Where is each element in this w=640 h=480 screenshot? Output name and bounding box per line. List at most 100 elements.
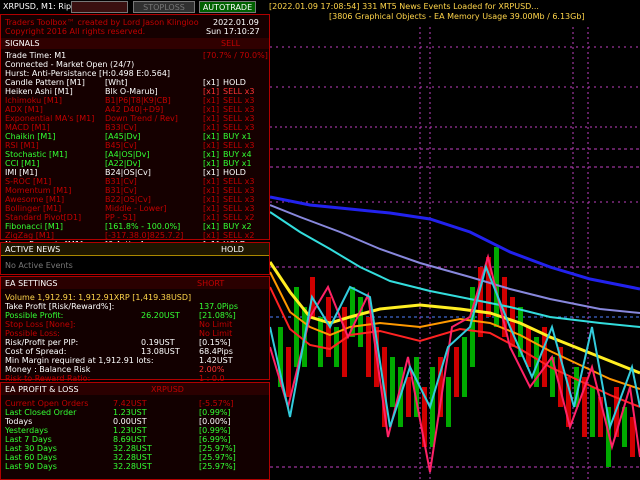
signal-action: SELL x3 [223, 204, 255, 213]
signal-value: B22|OS|Cv] [105, 195, 151, 204]
signal-name: Ichimoku [M1] [5, 96, 62, 105]
signal-value: B33|Cv] [105, 123, 137, 132]
signal-multiplier: [x1] [203, 96, 220, 105]
signal-multiplier: [x1] [203, 231, 220, 240]
pnl-label: Yesterdays [5, 426, 49, 435]
signal-name: Candle Pattern [M1] [5, 78, 85, 87]
pnl-amount: 32.28UST [113, 453, 152, 462]
pnl-label: Last 7 Days [5, 435, 52, 444]
pnl-label: Current Open Orders [5, 399, 89, 408]
signal-value: B1|P6|T8|K9|CB] [105, 96, 171, 105]
setting-label: Cost of Spread: [5, 347, 67, 356]
signal-multiplier: [x1] [203, 195, 220, 204]
signal-name: Stochastic [M1] [5, 150, 68, 159]
signal-value: B31|Cv] [105, 177, 137, 186]
pnl-label: Todays [5, 417, 33, 426]
signal-name: RSI [M1] [5, 141, 39, 150]
hurst-text: Hurst: Anti-Persistance [H:0.498 E:0.564… [5, 69, 171, 78]
stoploss-button[interactable]: STOPLOSS [133, 1, 195, 13]
signal-multiplier: [x1] [203, 141, 220, 150]
connection-status: Connected - Market Open (24/7) [5, 60, 135, 69]
hidden-button[interactable] [71, 1, 128, 13]
no-events-text: No Active Events [5, 261, 73, 270]
signal-multiplier: [x1] [203, 213, 220, 222]
setting-label: Possible Loss: [5, 329, 60, 338]
signal-name: Awesome [M1] [5, 195, 65, 204]
setting-value: 1.42UST [199, 356, 233, 365]
signal-multiplier: [x1] [203, 132, 220, 141]
signal-multiplier: [x1] [203, 114, 220, 123]
signal-action: BUY x1 [223, 159, 252, 168]
setting-value: [21.08%] [199, 311, 236, 320]
pnl-amount: 1.23UST [113, 426, 147, 435]
pnl-percent: [6.99%] [199, 435, 231, 444]
setting-value: [0.15%] [199, 338, 231, 347]
signal-action: HOLD [223, 78, 246, 87]
signals-header: SIGNALS SELL [1, 38, 269, 49]
price-chart[interactable] [270, 27, 640, 480]
pnl-percent: [0.99%] [199, 408, 231, 417]
pnl-header: EA PROFIT & LOSS XRPUSD [1, 383, 269, 395]
signal-value: [-317.38.0]825.7.2] [105, 231, 184, 240]
pnl-percent: [25.97%] [199, 444, 236, 453]
pnl-label: Last 60 Days [5, 453, 57, 462]
signals-status: SELL [221, 39, 241, 48]
signal-multiplier: [x1] [203, 123, 220, 132]
setting-label: Money : Balance Risk [5, 365, 91, 374]
signal-action: SELL x3 [223, 105, 255, 114]
active-news-status: HOLD [221, 245, 244, 254]
memory-status: [3806 Graphical Objects - EA Memory Usag… [329, 12, 585, 21]
signal-multiplier: [x1] [203, 186, 220, 195]
signal-value: B31|Cv] [105, 186, 137, 195]
time-text: Sun 17:10:27 [206, 27, 260, 36]
signal-action: SELL x3 [223, 141, 255, 150]
signal-name: Heiken Ashi [M1] [5, 87, 73, 96]
pnl-title: EA PROFIT & LOSS [5, 385, 79, 394]
signal-value: B24|OS|Cv] [105, 168, 151, 177]
signal-action: SELL x3 [223, 195, 255, 204]
candles [278, 247, 635, 467]
signal-value: Down Trend / Rev] [105, 114, 178, 123]
signal-multiplier: [x1] [203, 168, 220, 177]
toolbar: XRPUSD, M1: Ripple STOPLOSS AUTOTRADE [2… [0, 0, 640, 21]
ea-settings-title: EA SETTINGS [5, 279, 58, 288]
setting-value: 2.00% [199, 365, 225, 374]
ea-settings-box: EA SETTINGS SHORT Volume 1,912.91: 1,912… [0, 276, 270, 383]
signal-name: ZigZag [M1] [5, 231, 55, 240]
ea-settings-status: SHORT [197, 279, 225, 288]
trade-time-value: [70.7% / 70.0%] [203, 51, 268, 60]
pnl-box: EA PROFIT & LOSS XRPUSD Current Open Ord… [0, 382, 270, 480]
signal-multiplier: [x1] [203, 159, 220, 168]
signal-value: Middle - Lower] [105, 204, 167, 213]
signal-name: Exponential MA's [M1] [5, 114, 95, 123]
pnl-currency: XRPUSD [151, 385, 184, 394]
setting-mid: 0.19UST [141, 338, 175, 347]
signal-multiplier: [x1] [203, 150, 220, 159]
active-news-header: ACTIVE NEWS HOLD [1, 243, 269, 256]
signal-name: ADX [M1] [5, 105, 43, 114]
setting-label: Stop Loss [None]: [5, 320, 76, 329]
copyright-text: Copyright 2016 All rights reserved. [5, 27, 146, 36]
pnl-percent: [0.99%] [199, 426, 231, 435]
active-news-title: ACTIVE NEWS [5, 245, 61, 254]
signal-name: Standard Pivot[D1] [5, 213, 82, 222]
setting-value: No Limit [199, 320, 233, 329]
news-status: [2022.01.09 17:08:54] 331 MT5 News Event… [269, 2, 539, 11]
signal-action: SELL x2 [223, 213, 255, 222]
ma-blue [270, 195, 640, 291]
signal-name: Chaikin [M1] [5, 132, 56, 141]
signal-name: IMI [M1] [5, 168, 38, 177]
signal-action: SELL x3 [223, 96, 255, 105]
setting-value: No Limit [199, 329, 233, 338]
signal-value: A42 D40|+D9] [105, 105, 164, 114]
autotrade-button[interactable]: AUTOTRADE [199, 1, 256, 13]
setting-label: Take Profit [Risk/Reward%]: [5, 302, 115, 311]
ea-panel: Traders Toolbox™ created by Lord Jason K… [0, 14, 270, 480]
signal-value: [161.8% - 100.0%] [105, 222, 181, 231]
signal-value: B45|Cv] [105, 141, 137, 150]
trade-time-label: Trade Time: M1 [5, 51, 67, 60]
signal-action: SELL x3 [223, 114, 255, 123]
setting-mid: 26.20UST [141, 311, 180, 320]
signal-action: SELL x3 [223, 186, 255, 195]
signal-value: PP - S1] [105, 213, 136, 222]
